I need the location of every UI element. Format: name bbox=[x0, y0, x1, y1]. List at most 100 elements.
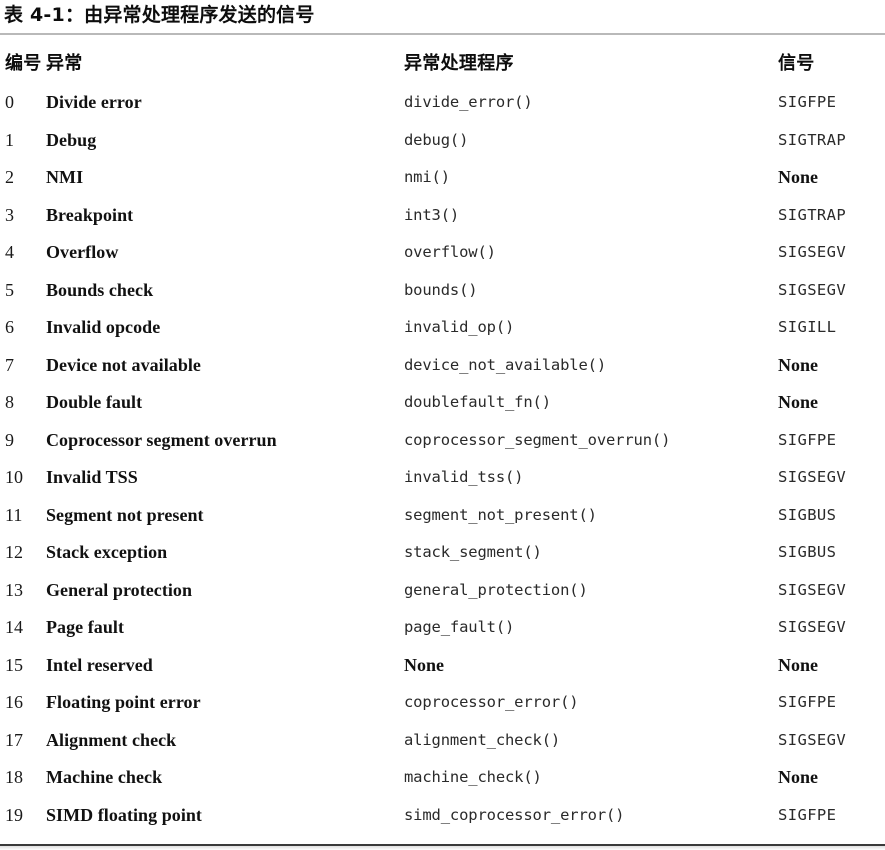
cell-signal: SIGSEGV bbox=[778, 580, 847, 599]
exception-signal-table: 编号 异常 异常处理程序 信号 0 Divide error divide_erro… bbox=[0, 43, 885, 834]
cell-number: 19 bbox=[5, 804, 23, 825]
cell-exception: Floating point error bbox=[46, 692, 201, 712]
column-header-signal: 信号 bbox=[778, 53, 815, 74]
cell-exception: Overflow bbox=[46, 242, 119, 262]
cell-exception: Invalid opcode bbox=[46, 317, 161, 337]
cell-signal: None bbox=[778, 767, 818, 787]
table-row: 5 Bounds check bounds() SIGSEGV bbox=[0, 272, 885, 310]
cell-handler: alignment_check() bbox=[404, 730, 561, 749]
cell-signal: None bbox=[778, 654, 818, 675]
cell-handler: device_not_available() bbox=[404, 355, 606, 374]
cell-handler: invalid_tss() bbox=[404, 468, 524, 486]
cell-handler: general_protection() bbox=[404, 580, 588, 599]
cell-handler: coprocessor_error() bbox=[404, 693, 579, 711]
table-row: 10 Invalid TSS invalid_tss() SIGSEGV bbox=[0, 459, 885, 497]
cell-exception: Alignment check bbox=[46, 729, 177, 750]
cell-handler: stack_segment() bbox=[404, 543, 542, 561]
cell-signal: SIGILL bbox=[778, 318, 837, 336]
cell-handler: doublefault_fn() bbox=[404, 393, 551, 411]
cell-exception: Segment not present bbox=[46, 504, 204, 525]
cell-number: 6 bbox=[5, 317, 14, 337]
table-row: 8 Double fault doublefault_fn() None bbox=[0, 384, 885, 422]
cell-exception: NMI bbox=[46, 167, 84, 187]
cell-number: 18 bbox=[5, 767, 23, 787]
table-row: 6 Invalid opcode invalid_op() SIGILL bbox=[0, 309, 885, 347]
cell-exception: Double fault bbox=[46, 392, 143, 412]
table-row: 14 Page fault page_fault() SIGSEGV bbox=[0, 609, 885, 647]
cell-handler: page_fault() bbox=[404, 618, 515, 636]
cell-signal: SIGBUS bbox=[778, 543, 837, 561]
cell-number: 9 bbox=[5, 429, 14, 450]
table-row: 19 SIMD floating point simd_coprocessor_er… bbox=[0, 797, 885, 835]
cell-handler: coprocessor_segment_overrun() bbox=[404, 430, 671, 449]
cell-number: 8 bbox=[5, 392, 14, 412]
cell-handler: divide_error() bbox=[404, 93, 533, 111]
cell-handler: int3() bbox=[404, 205, 460, 224]
cell-number: 16 bbox=[5, 692, 23, 712]
table-row: 17 Alignment check alignment_check() SIGSEG… bbox=[0, 722, 885, 760]
cell-handler: segment_not_present() bbox=[404, 505, 597, 524]
table-row: 7 Device not available device_not_availabl… bbox=[0, 347, 885, 385]
column-header-number: 编号 bbox=[5, 53, 42, 74]
cell-number: 5 bbox=[5, 279, 14, 300]
table-row: 15 Intel reserved None None bbox=[0, 647, 885, 685]
cell-number: 1 bbox=[5, 129, 14, 150]
cell-exception: Intel reserved bbox=[46, 654, 153, 675]
cell-exception: Stack exception bbox=[46, 542, 168, 562]
cell-signal: None bbox=[778, 167, 818, 187]
table-row: 11 Segment not present segment_not_present… bbox=[0, 497, 885, 535]
cell-number: 13 bbox=[5, 579, 23, 600]
cell-exception: Debug bbox=[46, 129, 97, 150]
table-row: 12 Stack exception stack_segment() SIGBUS bbox=[0, 534, 885, 572]
cell-number: 12 bbox=[5, 542, 23, 562]
cell-exception: Device not available bbox=[46, 354, 201, 375]
cell-handler: invalid_op() bbox=[404, 318, 515, 336]
cell-number: 10 bbox=[5, 467, 23, 487]
cell-handler: None bbox=[404, 654, 444, 675]
cell-signal: SIGSEGV bbox=[778, 468, 847, 486]
table-row: 0 Divide error divide_error() SIGFPE bbox=[0, 84, 885, 122]
cell-exception: Machine check bbox=[46, 767, 163, 787]
cell-number: 14 bbox=[5, 617, 23, 637]
cell-exception: Page fault bbox=[46, 617, 124, 637]
scan-smudge bbox=[0, 846, 885, 850]
cell-number: 15 bbox=[5, 654, 23, 675]
table-row: 2 NMI nmi() None bbox=[0, 159, 885, 197]
cell-exception: Coprocessor segment overrun bbox=[46, 429, 277, 450]
table-row: 13 General protection general_protection()… bbox=[0, 572, 885, 610]
cell-signal: SIGSEGV bbox=[778, 280, 847, 299]
cell-number: 0 bbox=[5, 92, 14, 112]
cell-exception: SIMD floating point bbox=[46, 804, 202, 825]
cell-handler: debug() bbox=[404, 130, 469, 149]
cell-signal: SIGTRAP bbox=[778, 205, 847, 224]
cell-signal: None bbox=[778, 354, 818, 375]
cell-number: 4 bbox=[5, 242, 14, 262]
table-row: 1 Debug debug() SIGTRAP bbox=[0, 122, 885, 160]
cell-number: 7 bbox=[5, 354, 14, 375]
cell-exception: Divide error bbox=[46, 92, 142, 112]
cell-handler: machine_check() bbox=[404, 768, 542, 786]
cell-signal: SIGSEGV bbox=[778, 243, 847, 261]
table-row: 9 Coprocessor segment overrun coprocessor_… bbox=[0, 422, 885, 460]
cell-signal: SIGFPE bbox=[778, 430, 837, 449]
cell-signal: SIGTRAP bbox=[778, 130, 847, 149]
cell-signal: SIGSEGV bbox=[778, 730, 847, 749]
cell-signal: SIGSEGV bbox=[778, 618, 847, 636]
table-row: 16 Floating point error coprocessor_error(… bbox=[0, 684, 885, 722]
table-row: 3 Breakpoint int3() SIGTRAP bbox=[0, 197, 885, 235]
table-top-rule bbox=[0, 33, 885, 35]
cell-exception: Invalid TSS bbox=[46, 467, 138, 487]
cell-exception: Bounds check bbox=[46, 279, 154, 300]
document-page: 表 4-1：由异常处理程序发送的信号 编号 异常 异常处理程序 信号 0 Divi… bbox=[0, 0, 885, 850]
column-header-exception: 异常 bbox=[46, 53, 83, 74]
cell-number: 17 bbox=[5, 729, 23, 750]
cell-signal: None bbox=[778, 392, 818, 412]
cell-number: 3 bbox=[5, 204, 14, 225]
table-row: 4 Overflow overflow() SIGSEGV bbox=[0, 234, 885, 272]
cell-handler: simd_coprocessor_error() bbox=[404, 805, 625, 824]
cell-number: 11 bbox=[5, 504, 23, 525]
cell-handler: bounds() bbox=[404, 280, 478, 299]
cell-signal: SIGFPE bbox=[778, 805, 837, 824]
cell-handler: nmi() bbox=[404, 168, 450, 186]
cell-signal: SIGBUS bbox=[778, 505, 837, 524]
